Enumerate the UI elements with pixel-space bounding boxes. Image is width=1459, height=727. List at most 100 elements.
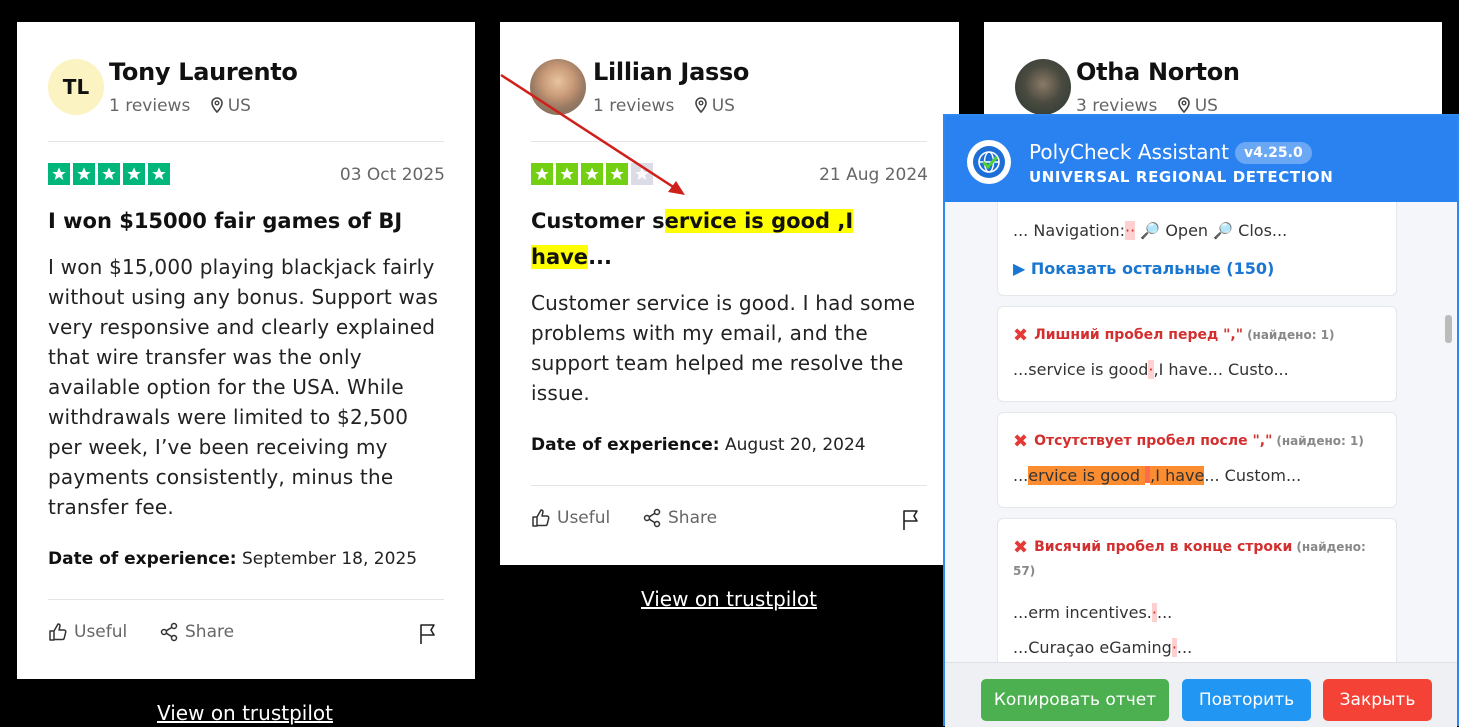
share-button[interactable]: Share bbox=[642, 508, 717, 528]
star-icon bbox=[73, 163, 95, 185]
divider bbox=[48, 599, 444, 600]
view-on-trustpilot-link[interactable]: View on trustpilot bbox=[641, 587, 817, 611]
title-highlight: ervice is good ,I bbox=[664, 209, 854, 233]
show-more-link[interactable]: ▶ Показать остальные (150) bbox=[1013, 259, 1274, 278]
share-label: Share bbox=[185, 622, 235, 642]
retry-button[interactable]: Повторить bbox=[1182, 679, 1311, 721]
globe-check-icon bbox=[967, 140, 1011, 184]
snippet-text: ... bbox=[1013, 466, 1029, 485]
avatar bbox=[1015, 59, 1071, 115]
share-icon bbox=[160, 622, 178, 642]
exp-date: September 18, 2025 bbox=[242, 549, 418, 569]
reviewer-name[interactable]: Otha Norton bbox=[1076, 58, 1240, 86]
review-body: I won $15,000 playing blackjack fairly w… bbox=[48, 255, 439, 519]
title-highlight: have bbox=[531, 245, 589, 269]
title-ellipsis: ... bbox=[588, 245, 612, 269]
flag-icon[interactable] bbox=[901, 509, 921, 531]
snippet-text: ,I have... Custo... bbox=[1153, 360, 1289, 379]
found-count: 57) bbox=[1013, 564, 1036, 578]
useful-label: Useful bbox=[557, 508, 611, 528]
polycheck-panel: PolyCheck Assistant v4.25.0 UNIVERSAL REG… bbox=[943, 114, 1459, 727]
date-of-experience: Date of experience: August 20, 2024 bbox=[531, 435, 866, 455]
location-icon bbox=[694, 96, 712, 116]
review-body: Customer service is good. I had some pro… bbox=[531, 291, 916, 405]
issue-title: ✖ Лишний пробел перед "," (найдено: 1) bbox=[1013, 325, 1335, 346]
snippet-text: ...service is good bbox=[1013, 360, 1149, 379]
location-icon bbox=[210, 96, 228, 116]
issue-card: ... Navigation:·· 🔎 Open 🔎 Clos... ▶ Пок… bbox=[997, 202, 1397, 296]
snippet-text: Open bbox=[1165, 221, 1209, 240]
panel-header: PolyCheck Assistant v4.25.0 UNIVERSAL REG… bbox=[945, 116, 1457, 202]
issue-card: ✖ Отсутствует пробел после "," (найдено: 1… bbox=[997, 412, 1397, 508]
share-icon bbox=[643, 508, 661, 528]
exp-date: August 20, 2024 bbox=[725, 435, 866, 455]
navigation-snippet: ... Navigation:·· 🔎 Open 🔎 Clos... bbox=[1013, 221, 1287, 240]
found-count: (найдено: bbox=[1296, 540, 1366, 554]
flag-icon[interactable] bbox=[418, 623, 438, 645]
issue-title-text: Лишний пробел перед "," bbox=[1034, 327, 1244, 343]
thumbs-up-icon bbox=[532, 509, 550, 527]
error-x-icon: ✖ bbox=[1013, 431, 1029, 452]
star-icon bbox=[148, 163, 170, 185]
error-x-icon: ✖ bbox=[1013, 537, 1029, 558]
panel-footer: Копировать отчет Повторить Закрыть bbox=[945, 662, 1457, 727]
snippet-text: ... Navigation: bbox=[1013, 221, 1126, 240]
country: US bbox=[1194, 96, 1218, 116]
review-card-1: TL Tony Laurento 1 reviews US 03 Oct 202… bbox=[17, 22, 475, 679]
version-badge: v4.25.0 bbox=[1234, 142, 1312, 164]
issue-snippet: ...ervice is good ,I have... Custom... bbox=[1013, 466, 1301, 485]
share-button[interactable]: Share bbox=[159, 622, 234, 642]
snippet-text: Clos... bbox=[1238, 221, 1288, 240]
issue-card: ✖ Лишний пробел перед "," (найдено: 1) ...… bbox=[997, 306, 1397, 402]
country: US bbox=[227, 96, 251, 116]
review-title: I won $15000 fair games of BJ bbox=[48, 209, 403, 233]
snippet-highlight: ,I have bbox=[1150, 466, 1205, 485]
location-icon bbox=[1177, 96, 1195, 116]
found-count: (найдено: 1) bbox=[1276, 434, 1364, 448]
useful-label: Useful bbox=[74, 622, 128, 642]
star-icon bbox=[98, 163, 120, 185]
review-title: Customer service is good ,I have... bbox=[531, 203, 861, 275]
reviews-count: 3 reviews bbox=[1076, 96, 1158, 116]
error-x-icon: ✖ bbox=[1013, 325, 1029, 346]
snippet-text: ...erm incentives. bbox=[1013, 603, 1152, 622]
reviewer-meta: 1 reviews US bbox=[109, 96, 251, 116]
found-count: (найдено: 1) bbox=[1247, 328, 1335, 342]
issue-snippet: ...erm incentives.·... bbox=[1013, 603, 1172, 622]
useful-button[interactable]: Useful bbox=[48, 622, 127, 642]
issue-title: ✖ Отсутствует пробел после "," (найдено: 1… bbox=[1013, 431, 1364, 452]
panel-subtitle: UNIVERSAL REGIONAL DETECTION bbox=[1029, 168, 1334, 186]
reviewer-meta: 3 reviews US bbox=[1076, 96, 1218, 116]
exp-label: Date of experience: bbox=[531, 435, 720, 455]
magnifier-icon: 🔎 bbox=[1140, 221, 1161, 240]
star-rating bbox=[48, 163, 170, 185]
scrollbar-thumb[interactable] bbox=[1445, 315, 1452, 343]
panel-body: ... Navigation:·· 🔎 Open 🔎 Clos... ▶ Пок… bbox=[945, 202, 1457, 662]
found-count-wrap: 57) bbox=[1013, 563, 1035, 579]
snippet-text: ... bbox=[1156, 603, 1173, 622]
divider bbox=[48, 141, 444, 142]
country: US bbox=[711, 96, 735, 116]
issue-title-text: Висячий пробел в конце строки bbox=[1034, 539, 1293, 555]
close-button[interactable]: Закрыть bbox=[1323, 679, 1432, 721]
review-date: 03 Oct 2025 bbox=[339, 165, 445, 185]
reviews-count: 1 reviews bbox=[109, 96, 191, 116]
title-text: Customer s bbox=[531, 209, 665, 233]
star-icon bbox=[48, 163, 70, 185]
snippet-highlight: ervice is good bbox=[1028, 466, 1146, 485]
view-on-trustpilot-link[interactable]: View on trustpilot bbox=[157, 701, 333, 725]
thumbs-up-icon bbox=[49, 623, 67, 641]
panel-title: PolyCheck Assistant v4.25.0 bbox=[1029, 140, 1312, 164]
useful-button[interactable]: Useful bbox=[531, 508, 610, 528]
issue-title: ✖ Висячий пробел в конце строки (найдено: bbox=[1013, 537, 1366, 558]
snippet-text: ...Curaçao eGaming bbox=[1013, 638, 1172, 657]
divider bbox=[531, 485, 927, 486]
reviewer-name[interactable]: Tony Laurento bbox=[109, 58, 298, 86]
share-label: Share bbox=[668, 508, 718, 528]
issue-snippet: ...Curaçao eGaming·... bbox=[1013, 638, 1192, 657]
annotation-arrow bbox=[500, 73, 685, 195]
review-date: 21 Aug 2024 bbox=[819, 165, 928, 185]
copy-report-button[interactable]: Копировать отчет bbox=[981, 679, 1169, 721]
date-of-experience: Date of experience: September 18, 2025 bbox=[48, 549, 417, 569]
snippet-text: ... bbox=[1176, 638, 1193, 657]
